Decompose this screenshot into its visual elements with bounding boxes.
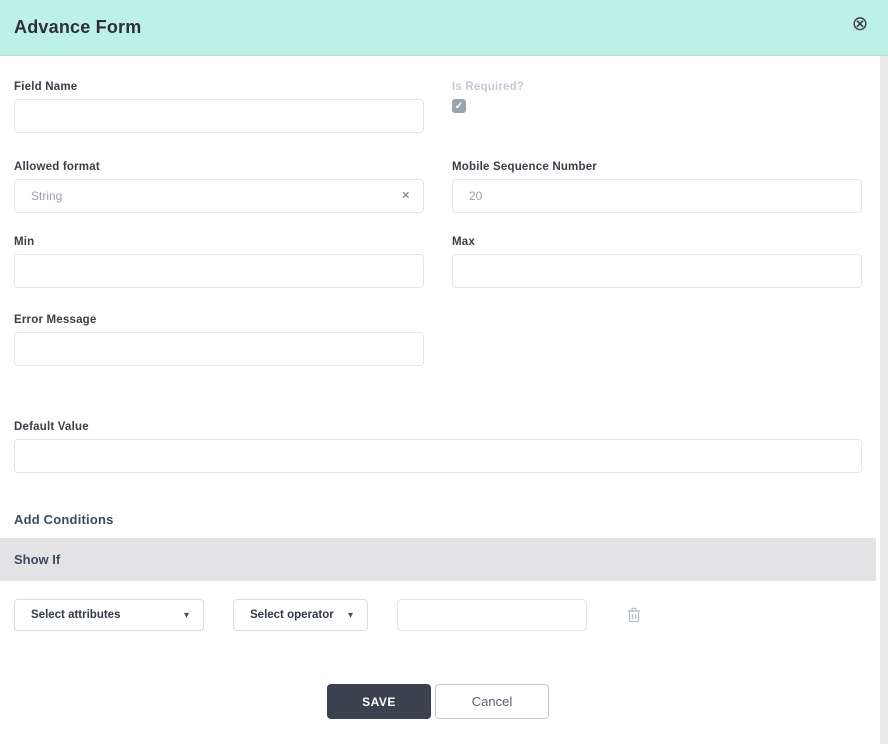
- error-message-input[interactable]: [14, 332, 424, 366]
- select-operator-dropdown[interactable]: Select operator ▾: [233, 599, 368, 631]
- condition-row: Select attributes ▾ Select operator ▾: [14, 599, 862, 631]
- show-if-bar: Show If: [0, 538, 876, 581]
- field-name-input[interactable]: [14, 99, 424, 133]
- min-group: Min: [14, 236, 424, 288]
- add-conditions-heading: Add Conditions: [14, 512, 862, 527]
- select-attributes-dropdown[interactable]: Select attributes ▾: [14, 599, 204, 631]
- allowed-format-input[interactable]: [14, 179, 424, 213]
- checkbox-check-icon: ✓: [455, 101, 463, 112]
- modal-header: Advance Form ⊗: [0, 0, 888, 56]
- condition-value-input[interactable]: [397, 599, 587, 631]
- select-attributes-label: Select attributes: [31, 609, 120, 621]
- form-body: Field Name Is Required? ✓ Allowed format…: [0, 81, 876, 719]
- error-message-label: Error Message: [14, 314, 424, 326]
- max-group: Max: [452, 236, 862, 288]
- mobile-sequence-group: Mobile Sequence Number: [452, 161, 862, 213]
- chevron-down-icon: ▾: [348, 610, 353, 621]
- save-button[interactable]: SAVE: [327, 684, 431, 719]
- min-input[interactable]: [14, 254, 424, 288]
- clear-icon[interactable]: ✕: [402, 191, 410, 202]
- default-value-input[interactable]: [14, 439, 862, 473]
- allowed-format-group: Allowed format ✕: [14, 161, 424, 213]
- is-required-checkbox[interactable]: ✓: [452, 99, 466, 113]
- max-input[interactable]: [452, 254, 862, 288]
- select-operator-label: Select operator: [250, 609, 334, 621]
- error-message-group: Error Message: [14, 314, 424, 366]
- is-required-label: Is Required?: [452, 81, 862, 93]
- default-value-label: Default Value: [14, 421, 862, 433]
- chevron-down-icon: ▾: [184, 610, 189, 621]
- field-name-group: Field Name: [14, 81, 424, 133]
- max-label: Max: [452, 236, 862, 248]
- default-value-group: Default Value: [14, 421, 862, 473]
- actions-bar: SAVE Cancel: [14, 684, 862, 719]
- is-required-group: Is Required? ✓: [452, 81, 862, 133]
- page-title: Advance Form: [14, 17, 141, 38]
- cancel-button[interactable]: Cancel: [435, 684, 549, 719]
- trash-icon: [627, 607, 641, 623]
- show-if-title: Show If: [14, 552, 60, 567]
- mobile-sequence-input[interactable]: [452, 179, 862, 213]
- mobile-sequence-label: Mobile Sequence Number: [452, 161, 862, 173]
- field-name-label: Field Name: [14, 81, 424, 93]
- allowed-format-label: Allowed format: [14, 161, 424, 173]
- min-label: Min: [14, 236, 424, 248]
- close-icon: ⊗: [852, 14, 869, 34]
- vertical-scrollbar[interactable]: [880, 56, 888, 744]
- close-button[interactable]: ⊗: [848, 12, 872, 36]
- delete-condition-button[interactable]: [625, 606, 643, 624]
